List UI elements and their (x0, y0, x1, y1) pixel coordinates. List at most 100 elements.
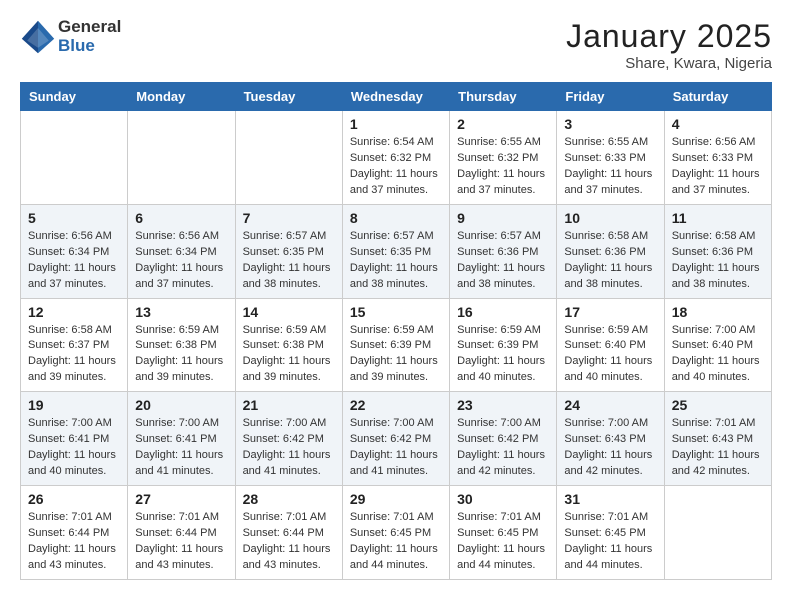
day-cell: 13Sunrise: 6:59 AM Sunset: 6:38 PM Dayli… (128, 298, 235, 392)
logo-blue: Blue (58, 37, 121, 56)
week-row-4: 19 Sunrise: 7:00 AM Sunset: 6:41 PM Dayli… (21, 392, 772, 486)
day-cell: 2Sunrise: 6:55 AM Sunset: 6:32 PM Daylig… (450, 111, 557, 205)
month-title: January 2025 (566, 18, 772, 55)
day-cell: 5 Sunrise: 6:56 AM Sunset: 6:34 PM Daylig… (21, 204, 128, 298)
day-cell (664, 486, 771, 580)
day-cell: 10 Sunrise: 6:58 AM Sunset: 6:36 PM Dayli… (557, 204, 664, 298)
logo: General Blue (20, 18, 121, 55)
day-info: Sunrise: 6:59 AM Sunset: 6:39 PM Dayligh… (350, 323, 442, 387)
day-number: 27 (135, 491, 227, 507)
day-info: Sunrise: 6:58 AM Sunset: 6:36 PM Dayligh… (672, 229, 764, 293)
day-info: Sunrise: 7:01 AM Sunset: 6:45 PM Dayligh… (564, 510, 656, 574)
week-row-5: 26 Sunrise: 7:01 AM Sunset: 6:44 PM Dayli… (21, 486, 772, 580)
day-number: 1 (350, 116, 442, 132)
day-cell: 20 Sunrise: 7:00 AM Sunset: 6:41 PM Dayli… (128, 392, 235, 486)
day-number: 21 (243, 397, 335, 413)
day-number: 12 (28, 304, 120, 320)
day-cell (235, 111, 342, 205)
day-info: Sunrise: 6:56 AM Sunset: 6:34 PM Dayligh… (28, 229, 120, 293)
day-info: Sunrise: 7:01 AM Sunset: 6:44 PM Dayligh… (135, 510, 227, 574)
day-info: Sunrise: 6:59 AM Sunset: 6:40 PM Dayligh… (564, 323, 656, 387)
day-info: Sunrise: 7:00 AM Sunset: 6:43 PM Dayligh… (564, 416, 656, 480)
day-number: 14 (243, 304, 335, 320)
day-info: Sunrise: 7:01 AM Sunset: 6:44 PM Dayligh… (243, 510, 335, 574)
day-info: Sunrise: 6:57 AM Sunset: 6:36 PM Dayligh… (457, 229, 549, 293)
day-cell: 15 Sunrise: 6:59 AM Sunset: 6:39 PM Dayli… (342, 298, 449, 392)
day-cell: 21 Sunrise: 7:00 AM Sunset: 6:42 PM Dayli… (235, 392, 342, 486)
day-number: 17 (564, 304, 656, 320)
day-info: Sunrise: 6:59 AM Sunset: 6:38 PM Dayligh… (135, 323, 227, 387)
day-info: Sunrise: 6:55 AM Sunset: 6:33 PM Dayligh… (564, 135, 656, 199)
day-cell: 9 Sunrise: 6:57 AM Sunset: 6:36 PM Daylig… (450, 204, 557, 298)
day-cell: 26 Sunrise: 7:01 AM Sunset: 6:44 PM Dayli… (21, 486, 128, 580)
day-number: 15 (350, 304, 442, 320)
title-block: January 2025 Share, Kwara, Nigeria (566, 18, 772, 72)
calendar-table: SundayMondayTuesdayWednesdayThursdayFrid… (20, 82, 772, 580)
day-number: 5 (28, 210, 120, 226)
day-number: 3 (564, 116, 656, 132)
day-number: 31 (564, 491, 656, 507)
day-info: Sunrise: 6:58 AM Sunset: 6:36 PM Dayligh… (564, 229, 656, 293)
header: General Blue January 2025 Share, Kwara, … (20, 18, 772, 72)
day-cell: 8 Sunrise: 6:57 AM Sunset: 6:35 PM Daylig… (342, 204, 449, 298)
logo-general: General (58, 18, 121, 37)
day-info: Sunrise: 6:54 AM Sunset: 6:32 PM Dayligh… (350, 135, 442, 199)
day-number: 7 (243, 210, 335, 226)
day-number: 25 (672, 397, 764, 413)
day-info: Sunrise: 7:01 AM Sunset: 6:44 PM Dayligh… (28, 510, 120, 574)
col-header-saturday: Saturday (664, 83, 771, 111)
col-header-wednesday: Wednesday (342, 83, 449, 111)
day-info: Sunrise: 7:00 AM Sunset: 6:41 PM Dayligh… (28, 416, 120, 480)
day-cell: 29 Sunrise: 7:01 AM Sunset: 6:45 PM Dayli… (342, 486, 449, 580)
day-info: Sunrise: 6:57 AM Sunset: 6:35 PM Dayligh… (350, 229, 442, 293)
day-cell: 4 Sunrise: 6:56 AM Sunset: 6:33 PM Daylig… (664, 111, 771, 205)
day-cell (128, 111, 235, 205)
day-cell: 24Sunrise: 7:00 AM Sunset: 6:43 PM Dayli… (557, 392, 664, 486)
day-number: 18 (672, 304, 764, 320)
day-number: 2 (457, 116, 549, 132)
day-info: Sunrise: 6:57 AM Sunset: 6:35 PM Dayligh… (243, 229, 335, 293)
day-info: Sunrise: 7:00 AM Sunset: 6:41 PM Dayligh… (135, 416, 227, 480)
day-number: 16 (457, 304, 549, 320)
day-info: Sunrise: 6:56 AM Sunset: 6:33 PM Dayligh… (672, 135, 764, 199)
day-number: 10 (564, 210, 656, 226)
day-info: Sunrise: 7:01 AM Sunset: 6:45 PM Dayligh… (457, 510, 549, 574)
day-info: Sunrise: 6:59 AM Sunset: 6:38 PM Dayligh… (243, 323, 335, 387)
day-info: Sunrise: 7:00 AM Sunset: 6:42 PM Dayligh… (243, 416, 335, 480)
location: Share, Kwara, Nigeria (566, 55, 772, 72)
day-info: Sunrise: 6:56 AM Sunset: 6:34 PM Dayligh… (135, 229, 227, 293)
day-number: 4 (672, 116, 764, 132)
day-number: 29 (350, 491, 442, 507)
day-info: Sunrise: 6:59 AM Sunset: 6:39 PM Dayligh… (457, 323, 549, 387)
col-header-monday: Monday (128, 83, 235, 111)
day-number: 30 (457, 491, 549, 507)
day-cell: 31 Sunrise: 7:01 AM Sunset: 6:45 PM Dayli… (557, 486, 664, 580)
week-row-3: 12 Sunrise: 6:58 AM Sunset: 6:37 PM Dayli… (21, 298, 772, 392)
day-number: 26 (28, 491, 120, 507)
week-row-1: 1 Sunrise: 6:54 AM Sunset: 6:32 PM Daylig… (21, 111, 772, 205)
day-cell: 22Sunrise: 7:00 AM Sunset: 6:42 PM Dayli… (342, 392, 449, 486)
page: General Blue January 2025 Share, Kwara, … (0, 0, 792, 612)
day-cell: 23 Sunrise: 7:00 AM Sunset: 6:42 PM Dayli… (450, 392, 557, 486)
day-cell (21, 111, 128, 205)
day-number: 9 (457, 210, 549, 226)
day-info: Sunrise: 7:00 AM Sunset: 6:42 PM Dayligh… (457, 416, 549, 480)
day-number: 6 (135, 210, 227, 226)
day-cell: 14 Sunrise: 6:59 AM Sunset: 6:38 PM Dayli… (235, 298, 342, 392)
day-number: 23 (457, 397, 549, 413)
day-cell: 19 Sunrise: 7:00 AM Sunset: 6:41 PM Dayli… (21, 392, 128, 486)
day-cell: 16 Sunrise: 6:59 AM Sunset: 6:39 PM Dayli… (450, 298, 557, 392)
day-info: Sunrise: 6:58 AM Sunset: 6:37 PM Dayligh… (28, 323, 120, 387)
logo-text: General Blue (58, 18, 121, 55)
day-info: Sunrise: 7:01 AM Sunset: 6:45 PM Dayligh… (350, 510, 442, 574)
day-number: 8 (350, 210, 442, 226)
day-cell: 1 Sunrise: 6:54 AM Sunset: 6:32 PM Daylig… (342, 111, 449, 205)
day-cell: 12 Sunrise: 6:58 AM Sunset: 6:37 PM Dayli… (21, 298, 128, 392)
day-number: 20 (135, 397, 227, 413)
day-cell: 18Sunrise: 7:00 AM Sunset: 6:40 PM Dayli… (664, 298, 771, 392)
day-cell: 28Sunrise: 7:01 AM Sunset: 6:44 PM Dayli… (235, 486, 342, 580)
day-cell: 27 Sunrise: 7:01 AM Sunset: 6:44 PM Dayli… (128, 486, 235, 580)
col-header-thursday: Thursday (450, 83, 557, 111)
day-number: 11 (672, 210, 764, 226)
day-number: 19 (28, 397, 120, 413)
